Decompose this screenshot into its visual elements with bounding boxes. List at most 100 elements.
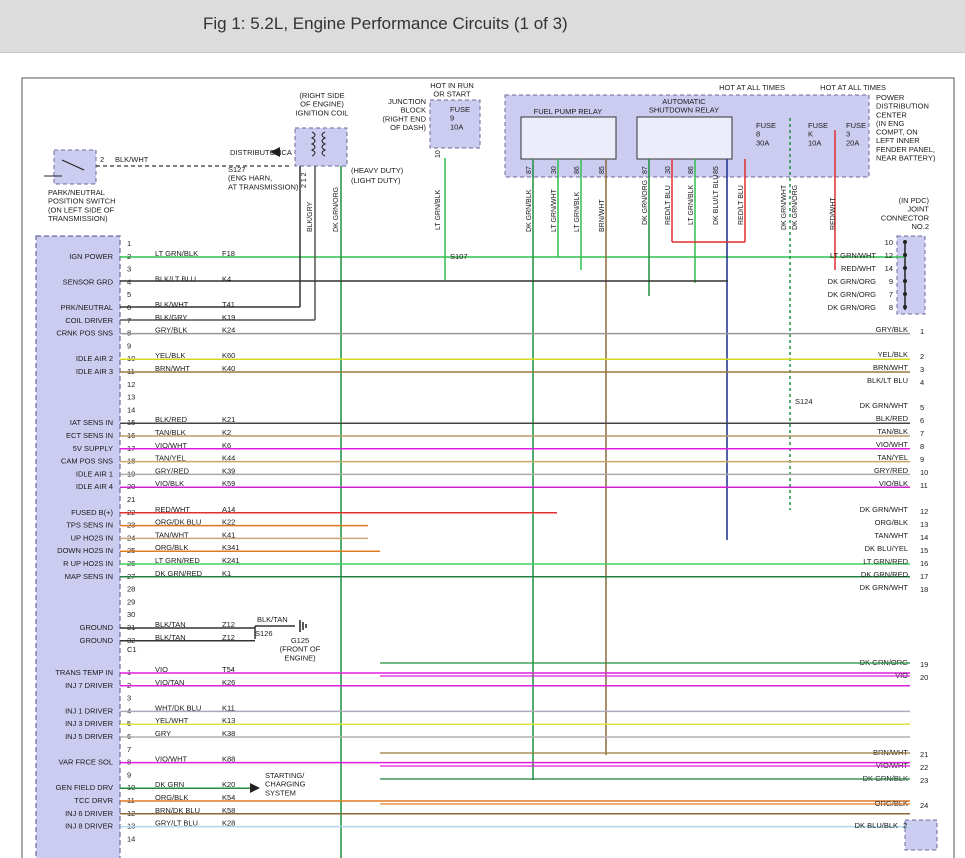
right-wire-color: BLK/RED <box>876 414 909 423</box>
light-duty-label: (LIGHT DUTY) <box>351 176 401 185</box>
c1-pin-function: GROUND <box>80 636 114 645</box>
asd-relay-wire: RED/LT BLU <box>665 185 672 225</box>
c1-pin-function: IDLE AIR 2 <box>76 354 113 363</box>
jc-wire-color: DK GRN/ORG <box>828 277 877 286</box>
c1-pin-number: 5 <box>127 290 131 299</box>
jc-pin-dot <box>903 266 907 270</box>
c2-pin-function: INJ 5 DRIVER <box>65 732 114 741</box>
junction-block-label: JUNCTION BLOCK (RIGHT END OF DASH) <box>382 97 426 132</box>
right-pin-number: 4 <box>920 378 924 387</box>
starting-arrow <box>250 783 260 793</box>
jc-pin-number: 9 <box>889 277 893 286</box>
right-pin-number: 5 <box>920 403 924 412</box>
fp-relay-wire: LT GRN/WHT <box>551 188 558 232</box>
right-pin-number: 16 <box>920 559 928 568</box>
c2-pin-function: INJ 3 DRIVER <box>65 719 114 728</box>
c1-pin-number: 3 <box>127 265 131 274</box>
c1-pin-function: FUSED B(+) <box>71 508 113 517</box>
c1-pin-function: ECT SENS IN <box>66 431 113 440</box>
c2-pin-function: INJ 8 DRIVER <box>65 822 114 831</box>
jc-label: (IN PDC) JOINT CONNECTOR NO.2 <box>881 196 930 231</box>
right-wire-color: TAN/YEL <box>877 453 908 462</box>
c2-pin-function: TCC DRVR <box>74 796 113 805</box>
pdc-wire: RED/WHT <box>830 197 837 230</box>
c1-pin-number: 30 <box>127 610 135 619</box>
c1-pin-function: R UP HO2S IN <box>63 559 113 568</box>
pdc-wire: DK GRN/WHT <box>781 184 788 230</box>
right-pin-number: 20 <box>920 673 928 682</box>
pdc-wire: DK GRN/ORG <box>792 185 799 230</box>
jb-pin-label: 10 <box>435 150 442 158</box>
c1-pin-function: GROUND <box>80 623 114 632</box>
right-pin-number: 8 <box>920 442 924 451</box>
right-pin-number: 22 <box>920 763 928 772</box>
fuel-pump-relay-box <box>520 116 617 160</box>
right-pin-number: 7 <box>920 429 924 438</box>
right-pin-number: 12 <box>920 507 928 516</box>
c1-pin-function: IDLE AIR 3 <box>76 367 113 376</box>
c1-pin-function: CRNK POS SNS <box>56 329 113 338</box>
c1-circuit: T41 <box>222 300 235 309</box>
hot-run-start-label: HOT IN RUN OR START <box>430 81 474 99</box>
jc-wire-color: LT GRN/WHT <box>830 251 876 260</box>
c2-pin-number: 9 <box>127 770 131 779</box>
c2-pin-function: GEN FIELD DRV <box>56 783 113 792</box>
asd-relay-wire: RED/LT BLU <box>738 185 745 225</box>
ground-symbol-g125 <box>299 620 307 632</box>
fp-relay-wire: DK GRN/BLK <box>526 189 533 232</box>
jc-wire-color: DK GRN/ORG <box>828 303 877 312</box>
right-wire-color: YEL/BLK <box>878 350 908 359</box>
c1-pin-number: 29 <box>127 597 135 606</box>
c2-pin-function: INJ 6 DRIVER <box>65 809 114 818</box>
c1-pin-number: 13 <box>127 393 135 402</box>
wiring-diagram: 12IGN POWER LT GRN/BLK F1834SENSOR GRD BLK/… <box>21 77 955 858</box>
right-pin-number: 17 <box>920 572 928 581</box>
c1-pin-function: IAT SENS IN <box>70 418 113 427</box>
right-pin-number: 18 <box>920 585 928 594</box>
right-wire-color: GRY/RED <box>874 466 909 475</box>
c1-pin-function: COIL DRIVER <box>65 316 113 325</box>
right-wire-color: TAN/BLK <box>877 427 908 436</box>
fp-relay-wire: LT GRN/BLK <box>574 191 581 232</box>
right-pin-number: 3 <box>920 365 924 374</box>
c1-circuit: F18 <box>222 249 235 258</box>
right-wire-color: BLK/LT BLU <box>867 376 908 385</box>
asd-relay-wire: LT GRN/BLK <box>688 184 695 225</box>
c2-pin-function: INJ 1 DRIVER <box>65 706 114 715</box>
c1-pin-number: 9 <box>127 341 131 350</box>
fp-relay-pin: 86 <box>574 166 581 174</box>
c1-wire-color: BLK/LT BLU <box>155 274 196 283</box>
jc-pin-number: 12 <box>885 251 893 260</box>
hot-all-times-1: HOT AT ALL TIMES <box>719 83 785 92</box>
c1-wire-color: BLK/WHT <box>155 300 189 309</box>
c1-circuit: K19 <box>222 313 235 322</box>
asd-relay-box <box>636 116 733 160</box>
nca-label: NCA <box>276 148 292 157</box>
right-pin-number: 14 <box>920 533 928 542</box>
right-wire-color: LT GRN/RED <box>863 557 908 566</box>
wire-lt-grn-blk-label: LT GRN/BLK <box>435 189 442 230</box>
right-wire-color: DK GRN/WHT <box>860 401 909 410</box>
fp-relay-wire: BRN/WHT <box>599 199 606 232</box>
c1-pin-function: IDLE AIR 4 <box>76 482 113 491</box>
c2-pin-number: 14 <box>127 834 135 843</box>
asd-relay-pin: 87 <box>642 166 649 174</box>
jc-pin-dot <box>903 240 907 244</box>
coil-pins-label: 2 1 2 <box>301 172 308 188</box>
wire-dk-grn-org-label: DK GRN/ORG <box>333 187 340 232</box>
dk-blu-pin: 2 <box>903 821 907 830</box>
jc-pin-dot <box>903 279 907 283</box>
c2-connector-pins: 1TRANS TEMP INVIOT542INJ 7 DRIVERVIO/TAN… <box>55 665 910 843</box>
c1-pin-number: 2 <box>127 252 131 261</box>
c1-pin-number: 28 <box>127 585 135 594</box>
c1-pin-function: IGN POWER <box>69 252 113 261</box>
starting-label: STARTING/CHARGING SYSTEM <box>265 771 306 797</box>
c1-pin-number: 6 <box>127 303 131 312</box>
right-wire-color: VIO/BLK <box>879 479 908 488</box>
c1-label: C1 <box>127 645 137 654</box>
c1-pin-function: TPS SENS IN <box>66 521 113 530</box>
right-pin-number: 2 <box>920 352 924 361</box>
right-wire-color: DK GRN/WHT <box>860 583 909 592</box>
hot-all-times-2: HOT AT ALL TIMES <box>820 83 886 92</box>
right-pin-number: 23 <box>920 776 928 785</box>
